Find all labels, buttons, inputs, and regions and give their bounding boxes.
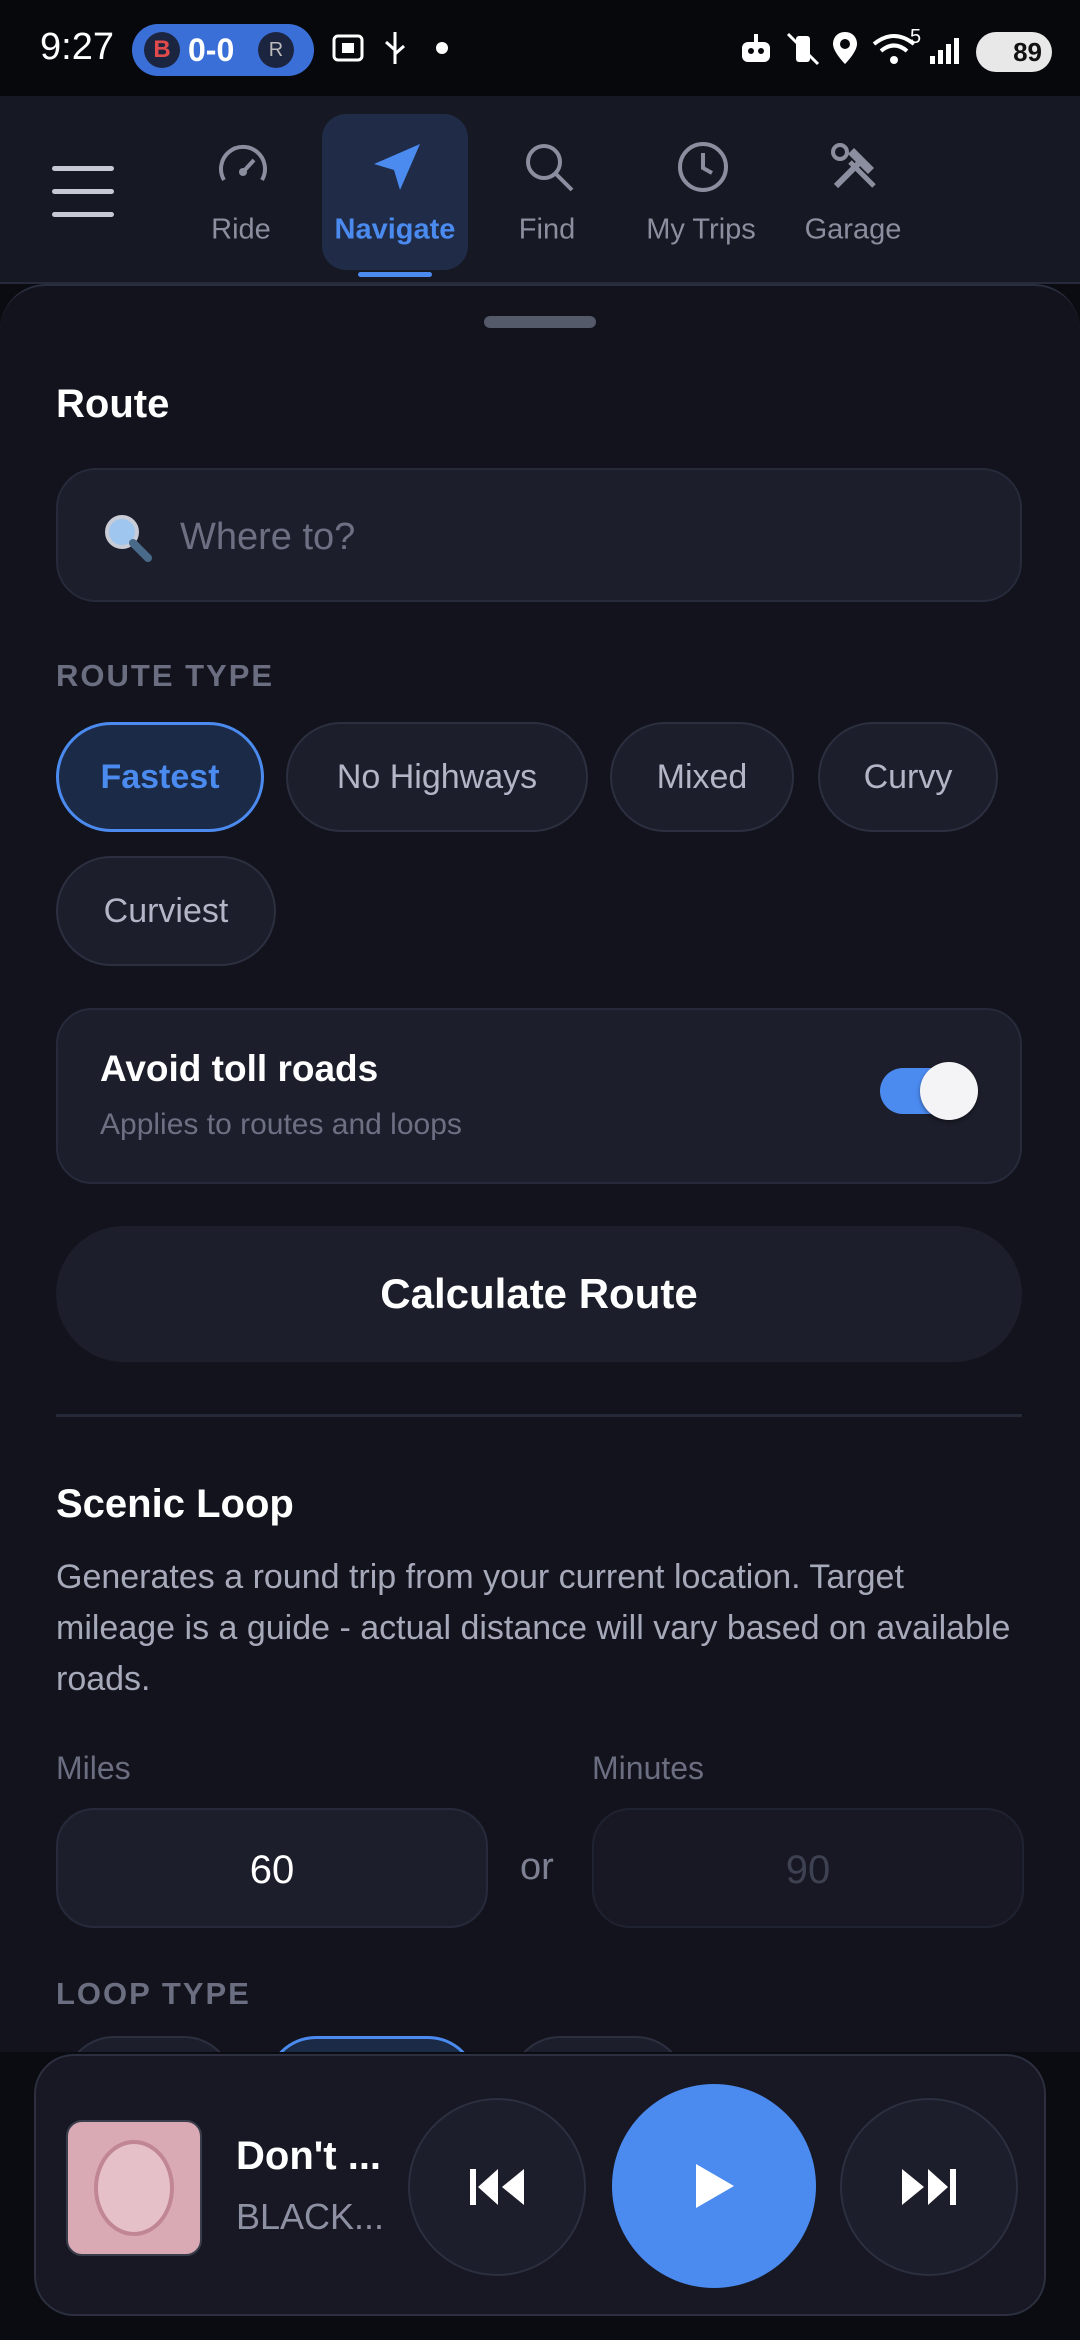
tab-ride[interactable]: Ride bbox=[168, 114, 314, 270]
team-logo-right-icon: R bbox=[258, 32, 294, 68]
previous-track-button[interactable] bbox=[408, 2098, 586, 2276]
media-player: Don't ... BLACK... bbox=[34, 2054, 1046, 2316]
vibrate-mute-icon bbox=[786, 32, 820, 66]
sheet-drag-handle[interactable] bbox=[484, 316, 596, 328]
navigation-arrow-icon bbox=[374, 144, 420, 190]
route-type-mixed[interactable]: Mixed bbox=[610, 722, 794, 832]
tab-my-trips-label: My Trips bbox=[646, 213, 756, 246]
tab-navigate-label: Navigate bbox=[334, 213, 456, 246]
route-title: Route bbox=[56, 382, 170, 426]
minutes-input[interactable]: 90 bbox=[592, 1808, 1024, 1928]
toggle-knob bbox=[920, 1062, 978, 1120]
scenic-loop-title: Scenic Loop bbox=[56, 1482, 294, 1526]
route-type-curvy[interactable]: Curvy bbox=[818, 722, 998, 832]
tab-find[interactable]: Find bbox=[474, 114, 620, 270]
route-type-no-highways[interactable]: No Highways bbox=[286, 722, 588, 832]
android-robot-icon bbox=[742, 34, 770, 62]
search-icon bbox=[526, 144, 574, 192]
tab-ride-label: Ride bbox=[211, 213, 271, 246]
tab-my-trips[interactable]: My Trips bbox=[628, 114, 774, 270]
status-time: 9:27 bbox=[40, 26, 114, 68]
tab-garage[interactable]: Garage bbox=[780, 114, 926, 270]
or-label: or bbox=[520, 1846, 554, 1888]
active-tab-indicator bbox=[358, 272, 432, 277]
wifi-label: 5 bbox=[910, 26, 922, 48]
avoid-toll-subtitle: Applies to routes and loops bbox=[100, 1108, 462, 1141]
miles-input[interactable]: 60 bbox=[56, 1808, 488, 1928]
next-track-button[interactable] bbox=[840, 2098, 1018, 2276]
tab-find-label: Find bbox=[518, 213, 576, 246]
tools-icon bbox=[831, 143, 876, 189]
avoid-toll-card: Avoid toll roads Applies to routes and l… bbox=[56, 1008, 1022, 1184]
top-navigation: Ride Navigate Find My Trips Garage bbox=[0, 96, 1080, 284]
skip-previous-icon bbox=[470, 2169, 524, 2205]
skip-next-icon bbox=[902, 2169, 956, 2205]
tab-navigate[interactable]: Navigate bbox=[322, 114, 468, 277]
destination-search-input[interactable]: Where to? bbox=[56, 468, 1022, 602]
route-type-fastest[interactable]: Fastest bbox=[56, 722, 264, 832]
location-pin-icon bbox=[833, 32, 857, 64]
team-logo-left-icon: B bbox=[144, 32, 180, 68]
song-title: Don't ... bbox=[236, 2134, 382, 2178]
battery-indicator: 89 bbox=[976, 32, 1052, 72]
avoid-toll-title: Avoid toll roads bbox=[100, 1048, 379, 1089]
score-pill[interactable]: B 0-0 R bbox=[132, 24, 314, 76]
section-divider bbox=[56, 1414, 1022, 1417]
play-button[interactable] bbox=[612, 2084, 816, 2288]
score-text: 0-0 bbox=[188, 32, 235, 68]
route-type-label: ROUTE TYPE bbox=[56, 658, 275, 693]
notification-dot-icon bbox=[436, 42, 448, 54]
scenic-loop-description: Generates a round trip from your current… bbox=[56, 1558, 1011, 1698]
signal-icon bbox=[930, 38, 959, 64]
status-bar: 9:27 B 0-0 R 5 89 bbox=[0, 0, 1080, 96]
navigation-sheet: Route Where to? ROUTE TYPE Fastest No Hi… bbox=[0, 284, 1080, 2056]
minutes-label: Minutes bbox=[592, 1750, 705, 1786]
album-art-emblem bbox=[94, 2140, 174, 2236]
battery-level: 89 bbox=[1013, 37, 1042, 67]
usb-icon bbox=[385, 32, 405, 64]
search-placeholder: Where to? bbox=[180, 516, 356, 558]
artist-name: BLACK... bbox=[236, 2196, 385, 2237]
magnifier-icon bbox=[105, 515, 152, 562]
clock-icon bbox=[678, 142, 728, 192]
calculate-route-button[interactable]: Calculate Route bbox=[56, 1226, 1022, 1362]
avoid-toll-toggle[interactable] bbox=[880, 1062, 978, 1120]
screenshot-icon bbox=[332, 34, 364, 62]
tab-garage-label: Garage bbox=[804, 213, 902, 246]
speedometer-icon bbox=[219, 144, 267, 182]
loop-type-label: LOOP TYPE bbox=[56, 1976, 251, 2011]
miles-label: Miles bbox=[56, 1750, 131, 1786]
menu-icon[interactable] bbox=[52, 166, 114, 218]
route-type-curviest[interactable]: Curviest bbox=[56, 856, 276, 966]
play-icon bbox=[696, 2164, 734, 2208]
album-art[interactable] bbox=[66, 2120, 202, 2256]
